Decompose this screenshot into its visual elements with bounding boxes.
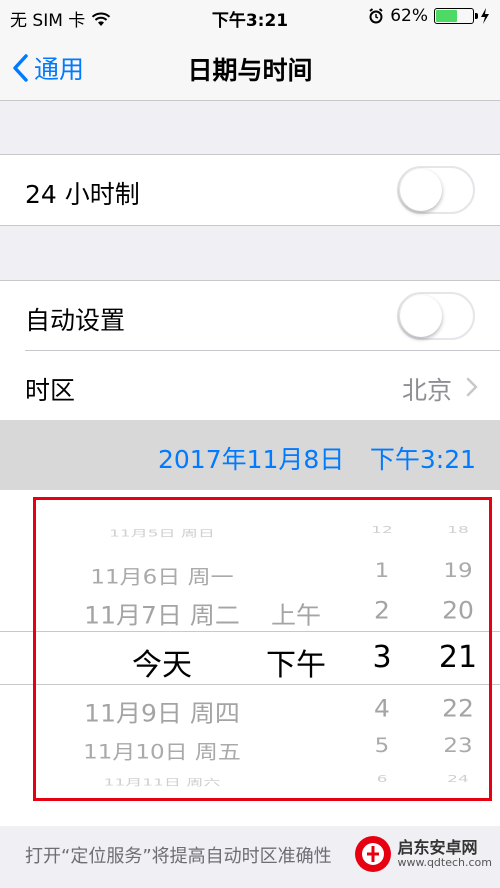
navigation-bar: 通用 日期与时间 — [0, 34, 500, 101]
status-right: 62% — [368, 6, 490, 26]
watermark-logo-icon — [355, 836, 392, 872]
current-date[interactable]: 2017年11月8日 — [158, 440, 344, 476]
current-time[interactable]: 下午3:21 — [370, 440, 476, 476]
battery-percent: 62% — [390, 6, 428, 26]
auto-set-label: 自动设置 — [25, 306, 126, 335]
charging-icon — [481, 8, 489, 24]
hour24-cell: 24 小时制 — [0, 155, 500, 225]
status-bar: 无 SIM 卡 下午3:21 62% — [0, 0, 500, 34]
toggle-knob — [400, 295, 442, 337]
location-service-note: 打开“定位服务”将提高自动时区准确性 — [25, 846, 332, 867]
highlight-box — [33, 497, 492, 801]
battery-icon — [434, 8, 478, 24]
watermark-title: 启东安卓网 — [397, 838, 478, 858]
page-title: 日期与时间 — [187, 56, 313, 85]
auto-set-toggle[interactable] — [397, 292, 475, 340]
hour24-toggle[interactable] — [397, 166, 475, 214]
hour24-label: 24 小时制 — [25, 180, 140, 209]
timezone-value: 北京 — [401, 376, 452, 405]
timezone-cell[interactable]: 时区 北京 — [0, 351, 500, 420]
toggle-knob — [400, 169, 442, 211]
separator — [0, 225, 500, 226]
alarm-icon — [369, 8, 383, 24]
watermark-url: www.qdtech.com — [397, 855, 492, 869]
current-datetime-bar: 2017年11月8日 下午3:21 — [0, 420, 500, 490]
auto-set-cell: 自动设置 — [0, 281, 500, 351]
watermark: 启东安卓网 www.qdtech.com — [353, 834, 492, 874]
battery-fill — [436, 10, 457, 22]
chevron-right-icon — [466, 377, 478, 397]
timezone-label: 时区 — [25, 376, 76, 405]
battery-tip — [475, 13, 478, 19]
